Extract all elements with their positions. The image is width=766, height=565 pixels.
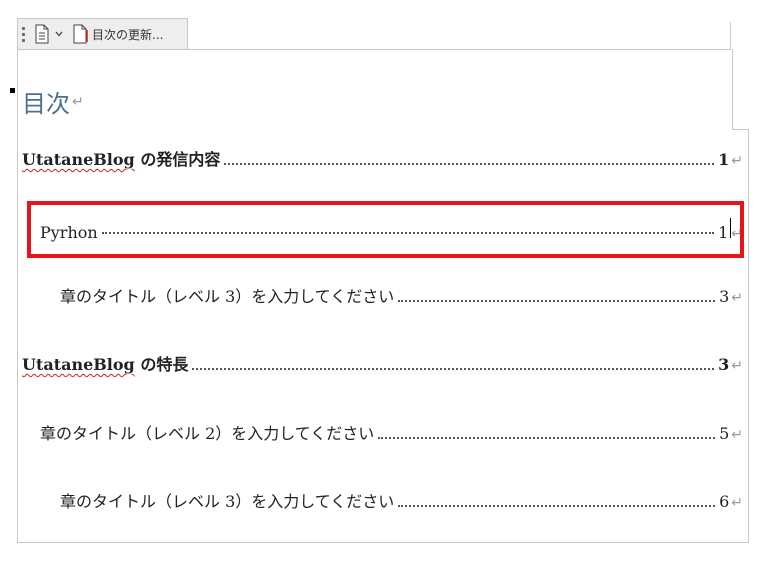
- drag-handle-icon[interactable]: [22, 26, 28, 42]
- toc-entry-title: 章のタイトル（レベル 2）を入力してください: [40, 424, 375, 443]
- content-control-border: [748, 130, 749, 543]
- toc-entry-brand: UtataneBlog: [22, 150, 135, 169]
- page-corner-mark: [730, 22, 731, 49]
- content-control-border: [17, 542, 749, 543]
- toc-entry-title: の特長: [134, 355, 189, 374]
- paragraph-mark-icon: ↵: [731, 290, 743, 306]
- highlight-annotation-box: [27, 201, 744, 258]
- update-toc-button[interactable]: 目次の更新...: [92, 26, 163, 43]
- content-control-border: [17, 49, 731, 50]
- toc-entry-3[interactable]: 章のタイトル（レベル 3）を入力してください 3 ↵: [60, 286, 743, 308]
- toc-entry-page: 1: [718, 150, 730, 169]
- toc-entry-page: 6: [719, 492, 730, 511]
- toc-entry-5[interactable]: 章のタイトル（レベル 2）を入力してください 5 ↵: [40, 423, 743, 445]
- paragraph-marker: [10, 88, 15, 93]
- update-toc-icon[interactable]: [72, 24, 88, 44]
- content-control-border: [732, 129, 749, 130]
- paragraph-mark-icon: ↵: [731, 495, 743, 511]
- content-control-border: [17, 49, 18, 543]
- toc-entry-title: 章のタイトル（レベル 3）を入力してください: [60, 287, 395, 306]
- paragraph-mark-icon: ↵: [731, 358, 743, 374]
- chevron-down-icon[interactable]: [54, 29, 64, 39]
- toc-entry-1[interactable]: UtataneBlog の発信内容 1 ↵: [22, 149, 743, 171]
- paragraph-mark-icon: ↵: [72, 93, 84, 110]
- toc-leader: [378, 437, 716, 439]
- toc-heading-text: 目次: [22, 90, 70, 118]
- toc-leader: [398, 300, 716, 302]
- toc-entry-page: 3: [719, 287, 730, 306]
- toc-entry-4[interactable]: UtataneBlog の特長 3 ↵: [22, 354, 743, 376]
- document-icon[interactable]: [34, 24, 50, 44]
- toc-leader: [398, 505, 716, 507]
- toc-entry-title: 章のタイトル（レベル 3）を入力してください: [60, 492, 395, 511]
- toc-entry-brand: UtataneBlog: [22, 355, 135, 374]
- toc-heading[interactable]: 目次 ↵: [22, 84, 84, 119]
- toc-leader: [224, 163, 715, 165]
- toc-entry-page: 3: [718, 355, 730, 374]
- paragraph-mark-icon: ↵: [731, 153, 743, 169]
- toc-entry-title: の発信内容: [134, 150, 221, 169]
- toc-entry-page: 5: [719, 424, 730, 443]
- toc-entry-6[interactable]: 章のタイトル（レベル 3）を入力してください 6 ↵: [60, 491, 743, 513]
- paragraph-mark-icon: ↵: [731, 427, 743, 443]
- toc-leader: [192, 368, 715, 370]
- content-control-border: [732, 49, 733, 130]
- toc-content-control-tab[interactable]: 目次の更新...: [17, 18, 188, 49]
